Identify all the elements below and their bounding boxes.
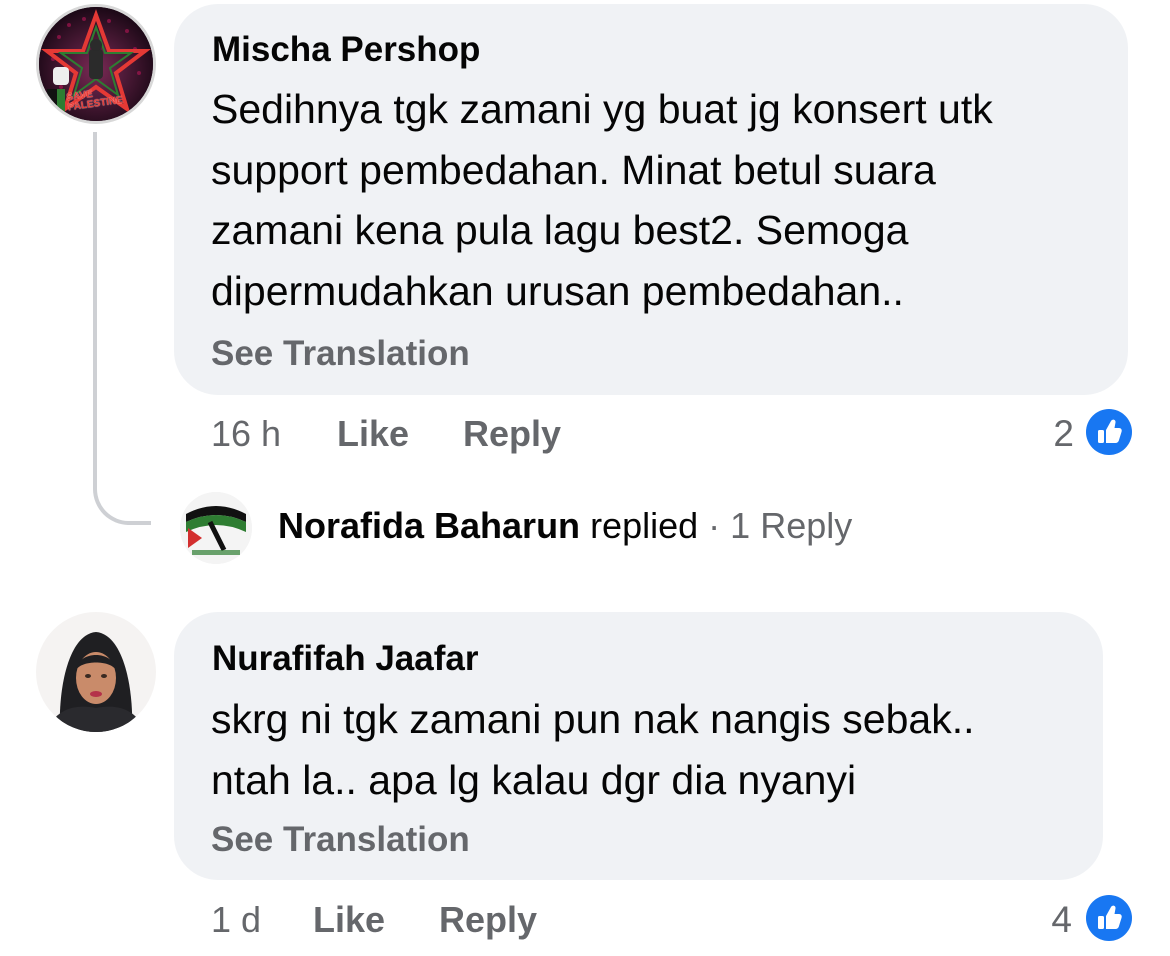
see-translation-link[interactable]: See Translation <box>211 334 470 374</box>
reaction-count[interactable]: 4 <box>1028 899 1072 941</box>
palestine-flag-avatar-image <box>180 492 252 564</box>
comment-timestamp[interactable]: 16 h <box>211 413 281 455</box>
replied-verb: replied <box>590 505 699 546</box>
woman-hijab-avatar-image <box>36 612 156 732</box>
reply-button[interactable]: Reply <box>463 413 561 455</box>
reaction-count[interactable]: 2 <box>1030 413 1074 455</box>
commenter-avatar[interactable] <box>36 612 156 732</box>
replier-name[interactable]: Norafida Baharun <box>278 505 580 546</box>
see-translation-link[interactable]: See Translation <box>211 820 470 860</box>
comment-author[interactable]: Nurafifah Jaafar <box>212 639 478 679</box>
comment-text: skrg ni tgk zamani pun nak nangis sebak.… <box>211 689 1091 810</box>
comment-text-line: skrg ni tgk zamani pun nak nangis sebak.… <box>211 696 975 742</box>
comment-timestamp[interactable]: 1 d <box>211 899 261 941</box>
thumbs-up-icon <box>1085 408 1133 456</box>
comment-text-line: Sedihnya tgk zamani yg buat jg konsert u… <box>211 86 993 132</box>
comment-text: Sedihnya tgk zamani yg buat jg konsert u… <box>211 79 1121 321</box>
commenter-avatar[interactable]: SAVE PALESTINE <box>36 4 156 124</box>
reply-thread-line <box>93 132 151 525</box>
reply-button[interactable]: Reply <box>439 899 537 941</box>
comment-text-line: dipermudahkan urusan pembedahan.. <box>211 267 904 314</box>
like-button[interactable]: Like <box>313 899 385 941</box>
replier-avatar[interactable] <box>180 492 252 564</box>
reply-count[interactable]: 1 Reply <box>730 505 852 546</box>
comment-text-line: zamani kena pula lagu best2. Semoga <box>211 207 909 253</box>
comment-author[interactable]: Mischa Pershop <box>212 30 480 70</box>
view-replies-link[interactable]: Norafida Baharun replied · 1 Reply <box>278 505 852 547</box>
thumbs-up-icon <box>1085 894 1133 942</box>
comment-text-line: support pembedahan. Minat betul suara <box>211 146 936 193</box>
comment-text-line: ntah la.. apa lg kalau dgr dia nyanyi <box>211 756 857 803</box>
separator-dot: · <box>708 505 721 546</box>
like-button[interactable]: Like <box>337 413 409 455</box>
